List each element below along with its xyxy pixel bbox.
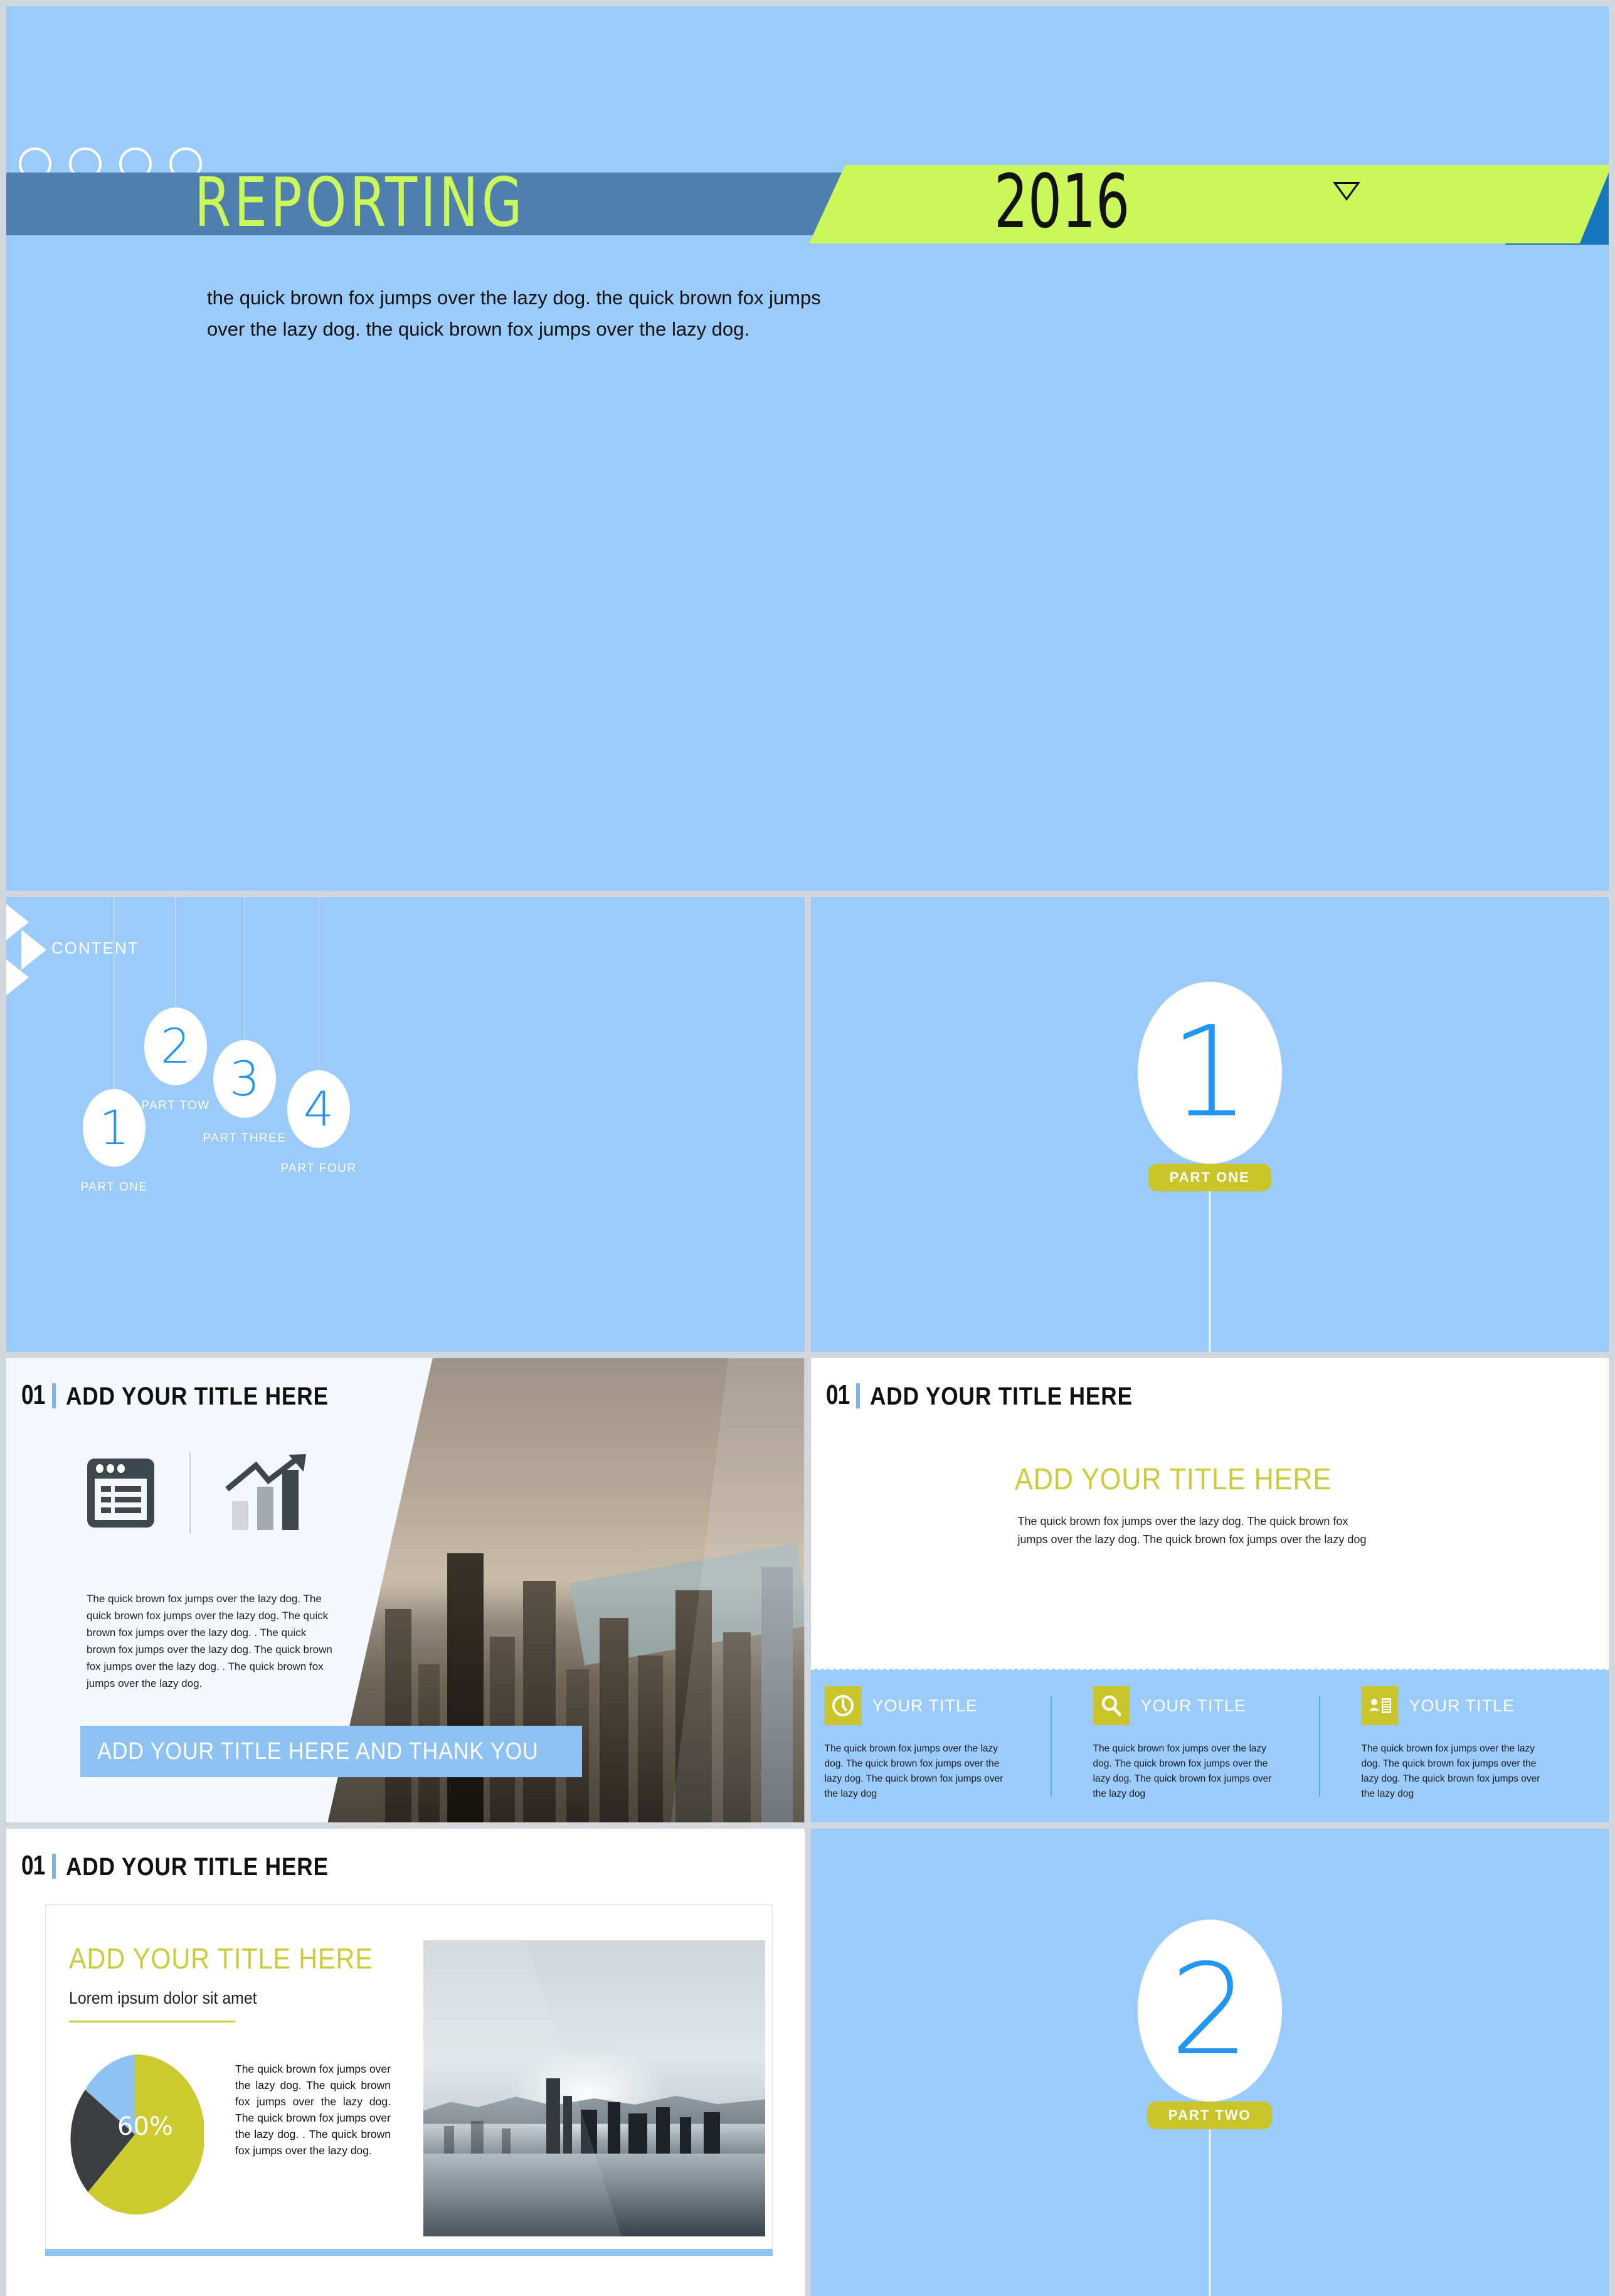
section-header: 01 ADD YOUR TITLE HERE [826, 1379, 1169, 1411]
feature-text: The quick brown fox jumps over the lazy … [1093, 1743, 1272, 1799]
slide-section-two[interactable]: 2 PART TWO [810, 1829, 1609, 2296]
section-header: 01 ADD YOUR TITLE HERE [21, 1379, 364, 1411]
slide-content[interactable]: CONTENT 1 PART ONE 2 PART TOW 3 PART THR… [6, 897, 805, 1352]
feature-text: The quick brown fox jumps over the lazy … [1361, 1743, 1540, 1799]
presentation-preview: REPORTING 2016 the quick brown fox jumps… [0, 0, 1615, 2296]
divider [51, 1383, 56, 1408]
arrow-right-icon [6, 957, 29, 997]
section-number-label: 01 [21, 1379, 45, 1410]
divider [856, 1383, 860, 1408]
slide-three-columns[interactable]: 01 ADD YOUR TITLE HERE ADD YOUR TITLE HE… [810, 1358, 1609, 1822]
list-item-label: PART TOW [141, 1099, 210, 1112]
bar-chart-growth-icon [225, 1454, 306, 1530]
search-icon [1093, 1686, 1130, 1725]
divider [1318, 1696, 1320, 1797]
slide-cover[interactable]: REPORTING 2016 the quick brown fox jumps… [6, 6, 1609, 891]
feature-title: YOUR TITLE [1409, 1696, 1515, 1715]
thank-you-banner-label: ADD YOUR TITLE HERE AND THANK YOU [97, 1738, 539, 1765]
section-number: 2 [1170, 1937, 1250, 2083]
feature-column[interactable]: YOUR TITLE The quick brown fox jumps ove… [1093, 1686, 1310, 1802]
section-number-label: 01 [825, 1379, 850, 1410]
id-card-icon [1361, 1686, 1398, 1725]
slide-section-one[interactable]: 1 PART ONE [810, 897, 1609, 1352]
chart-body-text: The quick brown fox jumps over the lazy … [235, 2063, 391, 2157]
section-number: 1 [1170, 999, 1250, 1145]
cover-body-text: the quick brown fox jumps over the lazy … [207, 287, 821, 340]
content-label: CONTENT [51, 938, 139, 957]
slide-image-text[interactable]: 01 ADD YOUR TITLE HERE The quick brown f… [6, 1358, 805, 1822]
section-pill-label: PART TWO [1146, 2102, 1273, 2129]
feature-title: YOUR TITLE [872, 1696, 978, 1715]
cover-green-banner [809, 165, 1609, 243]
feature-band: YOUR TITLE The quick brown fox jumps ove… [810, 1669, 1609, 1822]
pie-data-label: 60% [117, 2112, 173, 2141]
list-item-number: 1 [98, 1100, 130, 1156]
feature-title: YOUR TITLE [1140, 1696, 1247, 1715]
feature-column[interactable]: YOUR TITLE The quick brown fox jumps ove… [1361, 1686, 1578, 1802]
subtitle: ADD YOUR TITLE HERE [1014, 1463, 1332, 1496]
accent-rule [69, 2021, 235, 2022]
card-title: ADD YOUR TITLE HERE [69, 1942, 373, 1975]
dashed-divider [810, 1669, 1609, 1670]
list-item-number: 3 [229, 1051, 260, 1107]
feature-text: The quick brown fox jumps over the lazy … [824, 1743, 1003, 1799]
body-text: The quick brown fox jumps over the lazy … [87, 1593, 332, 1689]
cover-year: 2016 [994, 158, 1130, 245]
list-item-label: PART ONE [80, 1181, 148, 1194]
icon-row [85, 1452, 317, 1534]
card-footer-bar [45, 2249, 773, 2256]
feature-column[interactable]: YOUR TITLE The quick brown fox jumps ove… [824, 1686, 1041, 1802]
divider [1050, 1696, 1052, 1797]
pie-chart: 60% [66, 2054, 205, 2214]
slide-chart[interactable]: 01 ADD YOUR TITLE HERE ADD YOUR TITLE HE… [6, 1829, 805, 2296]
section-header: 01 ADD YOUR TITLE HERE [21, 1850, 364, 1881]
card-subtitle: Lorem ipsum dolor sit amet [69, 1989, 257, 2007]
divider [51, 1854, 56, 1879]
slide-grid: REPORTING 2016 the quick brown fox jumps… [6, 6, 1609, 2296]
page-title: ADD YOUR TITLE HERE [65, 1383, 329, 1410]
list-item-number: 2 [160, 1018, 191, 1074]
list-item-label: PART FOUR [280, 1162, 357, 1175]
triangle-down-inner-icon [1337, 184, 1357, 198]
list-item-number: 4 [303, 1081, 334, 1137]
body-text: The quick brown fox jumps over the lazy … [1017, 1515, 1367, 1546]
browser-list-icon [87, 1459, 154, 1528]
page-title: ADD YOUR TITLE HERE [870, 1383, 1133, 1410]
list-item-label: PART THREE [203, 1132, 287, 1145]
cover-title: REPORTING [194, 164, 526, 242]
clock-icon [824, 1686, 861, 1725]
page-title: ADD YOUR TITLE HERE [65, 1853, 329, 1881]
skyline-photo [423, 1940, 765, 2236]
divider [189, 1452, 191, 1534]
thank-you-banner[interactable]: ADD YOUR TITLE HERE AND THANK YOU [80, 1726, 582, 1777]
section-number-label: 01 [21, 1850, 45, 1881]
section-pill-label: PART ONE [1148, 1164, 1271, 1191]
